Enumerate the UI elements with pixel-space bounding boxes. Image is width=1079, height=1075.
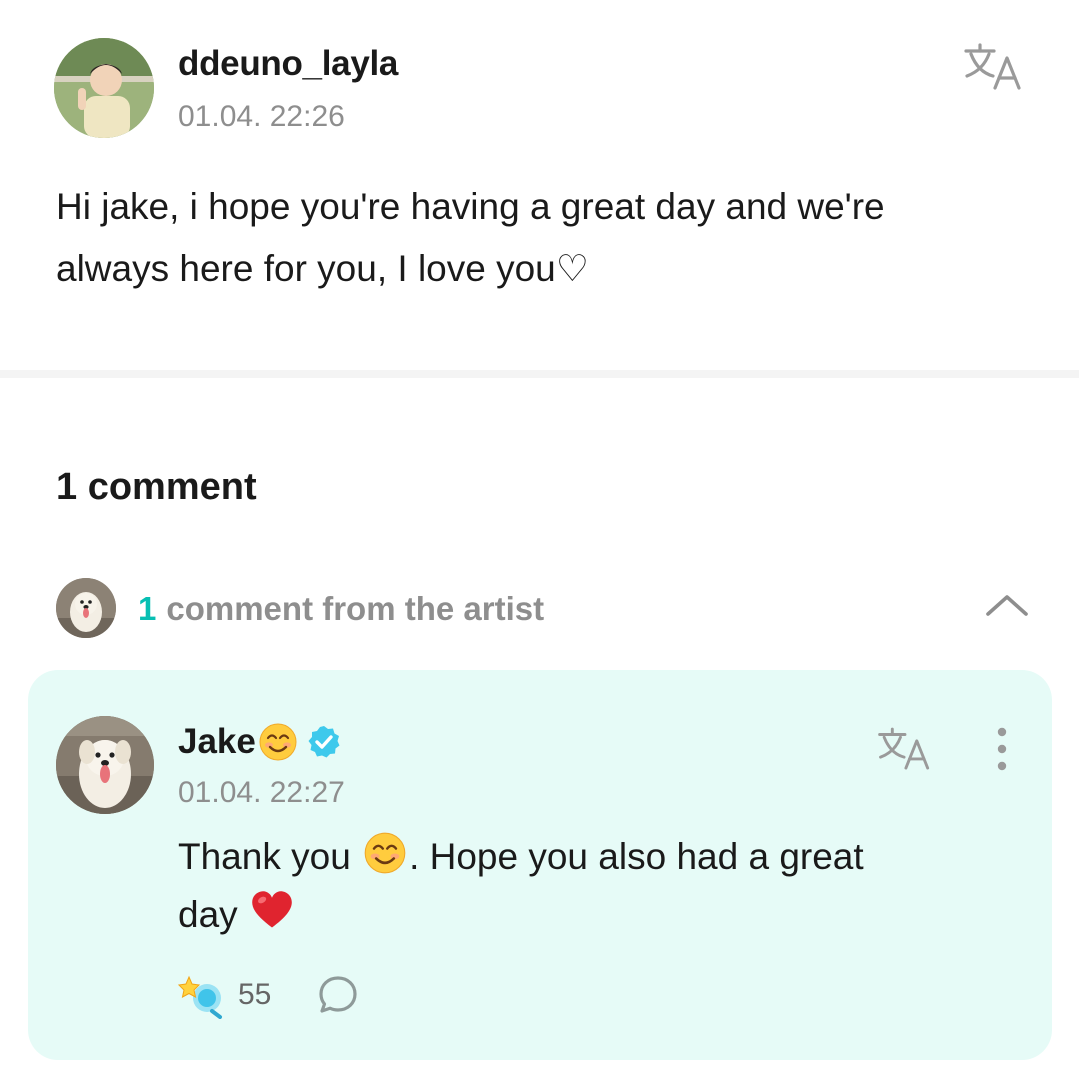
artist-name-text: Jake — [178, 722, 256, 761]
post: ddeuno_layla 01.04. 22:26 Hi jake, i hop… — [0, 0, 1079, 370]
artist-name[interactable]: Jake — [178, 722, 342, 762]
verified-badge-icon — [306, 724, 342, 760]
red-heart-emoji-icon — [250, 889, 294, 933]
artist-comment-card: Jake 01.04. 22:27 Thank you . Hope you a… — [28, 670, 1052, 1060]
artist-comment-label-text: comment from the artist — [166, 590, 545, 627]
chevron-up-icon[interactable] — [984, 590, 1030, 620]
smiling-face-emoji-icon — [363, 831, 407, 875]
artist-comment-count: 1 — [138, 590, 157, 627]
post-timestamp: 01.04. 22:26 — [178, 100, 345, 133]
like-count: 55 — [238, 978, 272, 1011]
comment-text: . Hope you also had a great — [409, 836, 864, 877]
comment-text: day — [178, 894, 248, 935]
artist-avatar[interactable] — [56, 716, 154, 814]
artist-comment-body: Thank you . Hope you also had a great day — [178, 828, 1008, 944]
avatar-photo-dog-icon — [56, 578, 116, 638]
reply-bubble-icon[interactable] — [317, 974, 359, 1016]
translate-icon[interactable] — [962, 42, 1026, 92]
cheer-icon[interactable] — [177, 971, 226, 1019]
comment-actions: 55 — [177, 970, 359, 1020]
artist-comment-timestamp: 01.04. 22:27 — [178, 776, 345, 809]
smiling-face-emoji-icon — [258, 722, 298, 762]
section-divider — [0, 370, 1079, 378]
artist-comments-toggle[interactable]: 1 comment from the artist — [0, 570, 1079, 646]
more-vertical-icon[interactable] — [990, 726, 1014, 772]
post-body-line: Hi jake, i hope you're having a great da… — [56, 186, 885, 227]
artist-comments-label: 1 comment from the artist — [138, 590, 544, 628]
post-body: Hi jake, i hope you're having a great da… — [56, 176, 1016, 300]
avatar-photo-dog-icon — [56, 716, 154, 814]
avatar-photo-child-icon — [54, 38, 154, 138]
comment-text: Thank you — [178, 836, 362, 877]
author-name[interactable]: ddeuno_layla — [178, 44, 398, 84]
post-body-line: always here for you, I love you♡ — [56, 248, 589, 289]
author-avatar[interactable] — [54, 38, 154, 138]
comments-count: 1 comment — [56, 466, 257, 508]
artist-avatar-small — [56, 578, 116, 638]
translate-icon[interactable] — [876, 726, 934, 772]
